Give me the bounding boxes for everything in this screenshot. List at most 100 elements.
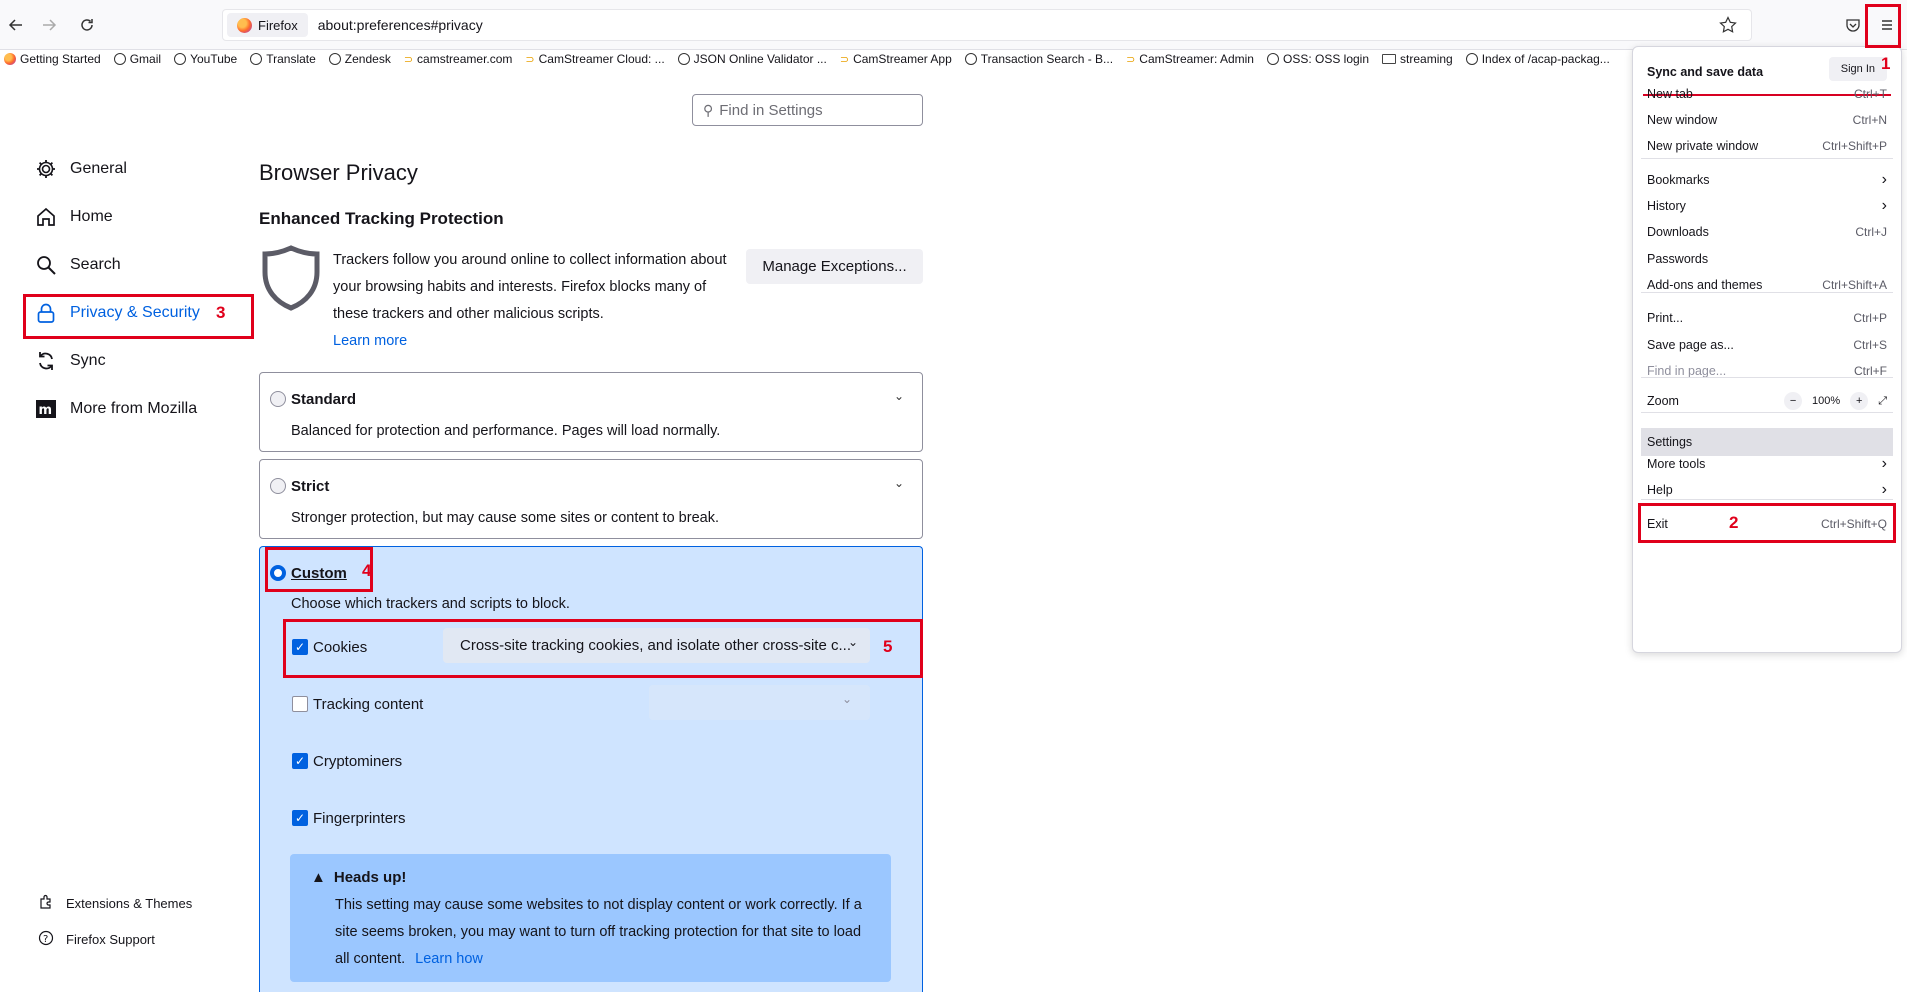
star-bookmark-icon[interactable] bbox=[1719, 16, 1737, 39]
bookmark-item[interactable]: Index of /acap-packag... bbox=[1465, 52, 1610, 66]
sidebar-item-general[interactable]: General bbox=[34, 157, 127, 181]
menu-item-downloads[interactable]: Downloads Ctrl+J bbox=[1647, 222, 1887, 242]
tracking-content-select[interactable]: ⌄ bbox=[649, 685, 870, 720]
menu-item-new-window[interactable]: New window Ctrl+N bbox=[1647, 110, 1887, 130]
globe-icon bbox=[1465, 53, 1478, 65]
warning-title: ▲ Heads up! bbox=[311, 869, 406, 886]
bookmark-item[interactable]: ⊃ CamStreamer: Admin bbox=[1126, 52, 1254, 66]
zoom-value[interactable]: 100% bbox=[1812, 395, 1840, 407]
menu-item-history[interactable]: History › bbox=[1647, 196, 1887, 216]
sidebar-item-more-from-mozilla[interactable]: m More from Mozilla bbox=[34, 397, 197, 421]
zoom-in-button[interactable]: + bbox=[1850, 392, 1869, 410]
extensions-themes-link[interactable]: Extensions & Themes bbox=[38, 894, 192, 913]
menu-item-label: Print... bbox=[1647, 311, 1684, 325]
learn-how-link[interactable]: Learn how bbox=[415, 951, 483, 967]
chevron-down-icon[interactable]: ⌄ bbox=[894, 389, 904, 403]
menu-item-new-private-window[interactable]: New private window Ctrl+Shift+P bbox=[1647, 136, 1887, 156]
sign-in-button[interactable]: Sign In bbox=[1828, 57, 1887, 81]
reload-icon[interactable] bbox=[74, 12, 100, 38]
bookmark-label: Getting Started bbox=[20, 52, 101, 66]
sidebar-item-search[interactable]: Search bbox=[34, 253, 121, 277]
menu-item-print[interactable]: Print... Ctrl+P bbox=[1647, 308, 1887, 328]
back-arrow-icon[interactable] bbox=[3, 12, 29, 38]
bookmark-item[interactable]: ⊃ CamStreamer Cloud: ... bbox=[525, 52, 664, 66]
find-placeholder: Find in Settings bbox=[719, 101, 823, 119]
menu-separator bbox=[1641, 292, 1893, 293]
url-text[interactable]: about:preferences#privacy bbox=[318, 17, 483, 33]
globe-icon bbox=[113, 53, 126, 65]
menu-item-bookmarks[interactable]: Bookmarks › bbox=[1647, 170, 1887, 190]
bookmark-item[interactable]: Transaction Search - B... bbox=[964, 52, 1113, 66]
bookmark-item[interactable]: Zendesk bbox=[328, 52, 391, 66]
strict-description: Stronger protection, but may cause some … bbox=[291, 510, 719, 526]
sidebar-item-sync[interactable]: Sync bbox=[34, 349, 106, 373]
bookmark-item[interactable]: Getting Started bbox=[4, 52, 101, 66]
bookmark-item[interactable]: Translate bbox=[250, 52, 316, 66]
etp-description-text: Trackers follow you around online to col… bbox=[333, 252, 727, 322]
fullscreen-icon[interactable]: ⤢ bbox=[1878, 395, 1887, 408]
cryptominers-checkbox[interactable]: ✓ bbox=[292, 753, 308, 769]
sync-icon bbox=[34, 349, 58, 373]
forward-arrow-icon[interactable] bbox=[36, 12, 62, 38]
sidebar-item-home[interactable]: Home bbox=[34, 205, 113, 229]
chevron-right-icon: › bbox=[1881, 481, 1887, 498]
menu-separator bbox=[1641, 412, 1893, 413]
menu-item-settings[interactable]: Settings bbox=[1641, 428, 1893, 456]
bookmark-item[interactable]: ⊃ camstreamer.com bbox=[404, 52, 513, 66]
strict-radio[interactable] bbox=[270, 478, 286, 494]
menu-item-shortcut: Ctrl+Shift+A bbox=[1822, 278, 1887, 292]
bookmark-item[interactable]: OSS: OSS login bbox=[1266, 52, 1369, 66]
globe-icon bbox=[964, 53, 977, 65]
custom-description: Choose which trackers and scripts to blo… bbox=[291, 596, 570, 612]
warning-icon: ▲ bbox=[311, 869, 326, 886]
menu-item-label: Passwords bbox=[1647, 252, 1709, 266]
globe-icon bbox=[677, 53, 690, 65]
url-bar[interactable]: Firefox about:preferences#privacy bbox=[222, 9, 1752, 41]
menu-item-save-page-as[interactable]: Save page as... Ctrl+S bbox=[1647, 335, 1887, 355]
menu-item-find-in-page[interactable]: Find in page... Ctrl+F bbox=[1647, 361, 1887, 381]
pocket-icon[interactable] bbox=[1840, 12, 1866, 38]
sync-label: Sync and save data bbox=[1647, 65, 1764, 79]
annotation-number-2: 2 bbox=[1729, 513, 1739, 532]
manage-exceptions-button[interactable]: Manage Exceptions... bbox=[746, 249, 923, 284]
bookmark-item[interactable]: JSON Online Validator ... bbox=[677, 52, 827, 66]
bookmark-item[interactable]: streaming bbox=[1382, 52, 1453, 66]
menu-item-label: Find in page... bbox=[1647, 364, 1727, 378]
gear-icon bbox=[34, 157, 58, 181]
bookmark-item[interactable]: ⊃ CamStreamer App bbox=[840, 52, 952, 66]
firefox-icon bbox=[4, 53, 16, 65]
bookmark-label: Gmail bbox=[129, 52, 162, 66]
bookmark-item[interactable]: Gmail bbox=[113, 52, 162, 66]
menu-item-help[interactable]: Help › bbox=[1647, 480, 1887, 500]
menu-item-zoom[interactable]: Zoom −100% + ⤢ bbox=[1647, 391, 1887, 411]
menu-item-more-tools[interactable]: More tools › bbox=[1647, 454, 1887, 474]
annotation-box-1 bbox=[1865, 4, 1901, 48]
menu-item-label: Save page as... bbox=[1647, 338, 1734, 352]
bookmark-label: CamStreamer: Admin bbox=[1139, 52, 1254, 66]
fingerprinters-checkbox[interactable]: ✓ bbox=[292, 810, 308, 826]
standard-radio[interactable] bbox=[270, 391, 286, 407]
firefox-support-link[interactable]: ? Firefox Support bbox=[38, 930, 155, 949]
camstreamer-icon: ⊃ bbox=[525, 53, 535, 66]
firefox-support-label: Firefox Support bbox=[66, 932, 155, 947]
chevron-down-icon[interactable]: ⌄ bbox=[894, 476, 904, 490]
zoom-out-button[interactable]: − bbox=[1784, 392, 1803, 410]
find-in-settings-input[interactable]: ⚲ Find in Settings bbox=[692, 94, 923, 126]
strict-option-card[interactable]: Strict Stronger protection, but may caus… bbox=[259, 459, 923, 539]
warning-title-text: Heads up! bbox=[333, 869, 407, 886]
menu-separator bbox=[1641, 158, 1893, 159]
identity-box[interactable]: Firefox bbox=[227, 13, 308, 37]
tracking-content-label: Tracking content bbox=[313, 696, 424, 713]
tracking-content-checkbox[interactable] bbox=[292, 696, 308, 712]
learn-more-link[interactable]: Learn more bbox=[333, 333, 407, 349]
page-title: Browser Privacy bbox=[259, 160, 418, 185]
menu-item-label: New private window bbox=[1647, 139, 1759, 153]
menu-item-label: History bbox=[1647, 199, 1686, 213]
annotation-number-3: 3 bbox=[216, 303, 226, 322]
bookmark-item[interactable]: YouTube bbox=[174, 52, 237, 66]
menu-separator bbox=[1641, 499, 1893, 500]
standard-option-card[interactable]: Standard Balanced for protection and per… bbox=[259, 372, 923, 452]
menu-item-shortcut: Ctrl+T bbox=[1854, 87, 1887, 101]
menu-item-passwords[interactable]: Passwords bbox=[1647, 249, 1887, 269]
menu-item-new-tab[interactable]: New tab Ctrl+T bbox=[1647, 84, 1887, 104]
